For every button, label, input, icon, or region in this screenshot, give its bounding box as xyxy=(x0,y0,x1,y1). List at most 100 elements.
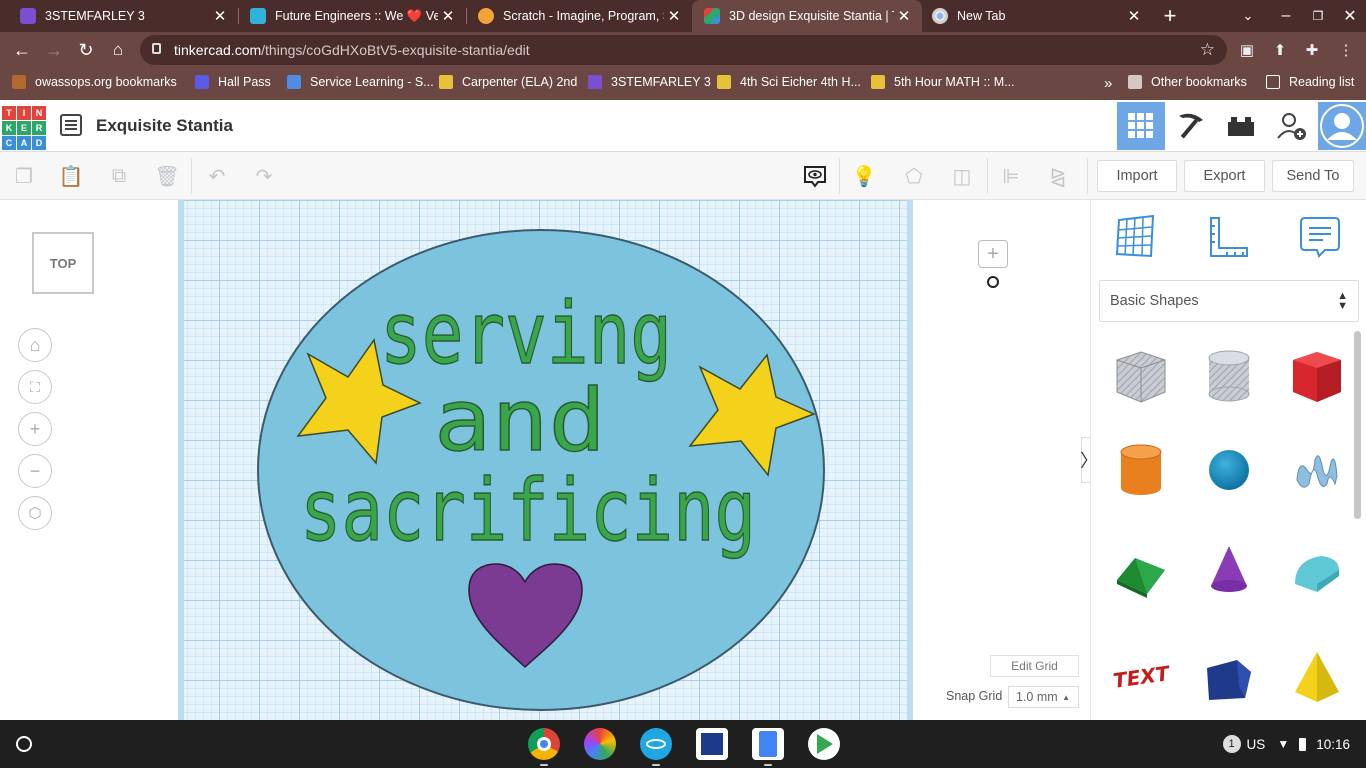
send-to-button[interactable]: Send To xyxy=(1272,160,1354,192)
launcher-icon[interactable] xyxy=(16,736,32,752)
pyramid-shape[interactable] xyxy=(1287,646,1347,706)
extension-upload-icon[interactable]: ⬆ xyxy=(1270,40,1290,60)
bookmark-4th-sci[interactable]: 4th Sci Eicher 4th H... xyxy=(717,75,861,89)
export-button[interactable]: Export xyxy=(1184,160,1265,192)
workplane-area[interactable]: serving and sacrificing TOP ⌂ ⛶ + − ⬡ + … xyxy=(0,200,1098,720)
shape-library-select[interactable]: Basic Shapes ▲ ▼ xyxy=(1099,280,1359,322)
paste-icon[interactable]: 📋 xyxy=(59,164,84,188)
round-roof-shape[interactable] xyxy=(1287,540,1347,600)
undo-icon[interactable]: ↶ xyxy=(205,164,229,188)
3d-design-mode-button[interactable] xyxy=(1117,102,1165,150)
tab-3stemfarley[interactable]: 3STEMFARLEY 3 ✕ xyxy=(0,0,238,32)
design-badge[interactable]: serving and sacrificing xyxy=(178,200,913,720)
bookmarks-overflow-button[interactable]: » xyxy=(1104,75,1112,92)
snap-grid-select[interactable]: 1.0 mm ▲ xyxy=(1008,686,1079,708)
bricks-mode-button[interactable] xyxy=(1217,102,1265,150)
ruler-icon[interactable] xyxy=(1205,214,1251,260)
bookmark-carpenter[interactable]: Carpenter (ELA) 2nd xyxy=(439,75,577,89)
notification-badge[interactable]: 1 xyxy=(1222,735,1241,753)
text-shape[interactable]: TEXT xyxy=(1111,646,1171,706)
fit-view-icon[interactable]: ⛶ xyxy=(18,370,52,404)
other-bookmarks[interactable]: Other bookmarks xyxy=(1128,75,1247,89)
duplicate-icon[interactable]: ⧉ xyxy=(107,164,131,188)
perspective-icon[interactable]: ⬡ xyxy=(18,496,52,530)
home-icon[interactable]: ⌂ xyxy=(106,38,130,62)
cylinder-hole-shape[interactable] xyxy=(1199,346,1259,406)
polygon-shape[interactable] xyxy=(1199,646,1259,706)
close-icon[interactable]: ✕ xyxy=(664,7,684,25)
tab-title: Future Engineers :: We ❤️ Vete xyxy=(275,8,438,23)
design-text-line1: serving xyxy=(380,284,672,384)
group-shape-icon[interactable]: ⬠ xyxy=(902,164,926,188)
import-button[interactable]: Import xyxy=(1097,160,1177,192)
design-title[interactable]: Exquisite Stantia xyxy=(96,116,233,136)
caret-up-icon: ▲ xyxy=(1062,692,1070,702)
bookmark-hall-pass[interactable]: Hall Pass xyxy=(195,75,271,89)
roof-shape[interactable] xyxy=(1111,540,1171,600)
chrome-menu-icon[interactable]: ⋮ xyxy=(1336,40,1356,60)
bookmark-3stemfarley[interactable]: 3STEMFARLEY 3 xyxy=(588,75,711,89)
delete-icon[interactable]: 🗑 xyxy=(154,164,179,188)
redo-icon[interactable]: ↷ xyxy=(252,164,276,188)
scribble-shape[interactable] xyxy=(1287,440,1347,500)
brick-icon xyxy=(1228,117,1254,136)
people-app-icon[interactable] xyxy=(584,728,616,760)
bookmark-5th-math[interactable]: 5th Hour MATH :: M... xyxy=(871,75,1015,89)
close-icon[interactable]: ✕ xyxy=(210,7,230,25)
panel-scrollbar[interactable] xyxy=(1354,331,1361,519)
tab-tinkercad[interactable]: 3D design Exquisite Stantia | T ✕ xyxy=(692,0,922,32)
back-icon[interactable]: ← xyxy=(10,38,34,62)
docs-app-icon[interactable] xyxy=(752,728,784,760)
tinkercad-logo[interactable]: T I N K E R C A D xyxy=(2,106,46,150)
align-icon[interactable]: ⊫ xyxy=(999,164,1023,188)
design-list-icon[interactable] xyxy=(60,114,82,136)
reading-list[interactable]: Reading list xyxy=(1266,75,1354,89)
forward-icon[interactable]: → xyxy=(42,38,66,62)
clever-app-icon[interactable] xyxy=(696,728,728,760)
show-notes-icon[interactable] xyxy=(803,164,827,188)
new-tab-button[interactable]: + xyxy=(1158,0,1182,32)
bookmark-star-icon[interactable]: ☆ xyxy=(1200,40,1215,60)
play-store-app-icon[interactable] xyxy=(808,728,840,760)
close-icon[interactable]: ✕ xyxy=(438,7,458,25)
restore-icon[interactable]: ❐ xyxy=(1306,0,1330,32)
box-hole-shape[interactable] xyxy=(1111,346,1171,406)
mirror-icon[interactable]: ⧎ xyxy=(1046,164,1070,188)
minimize-icon[interactable]: – xyxy=(1274,0,1298,32)
chrome-app-icon[interactable] xyxy=(528,728,560,760)
zoom-out-icon[interactable]: − xyxy=(18,454,52,488)
add-user-button[interactable] xyxy=(1268,102,1316,150)
address-bar[interactable]: tinkercad.com/things/coGdHXoBtV5-exquisi… xyxy=(140,35,1227,65)
bookmark-service-learning[interactable]: Service Learning - S... xyxy=(287,75,434,89)
tab-search-icon[interactable]: ⌄ xyxy=(1236,0,1260,32)
cursor-icon xyxy=(987,276,999,288)
tab-new-tab[interactable]: New Tab ✕ xyxy=(922,0,1152,32)
tab-future-engineers[interactable]: Future Engineers :: We ❤️ Vete ✕ xyxy=(230,0,466,32)
close-icon[interactable]: ✕ xyxy=(894,7,914,25)
home-view-icon[interactable]: ⌂ xyxy=(18,328,52,362)
extension-icon[interactable]: ▣ xyxy=(1237,40,1257,60)
add-note-button[interactable]: + xyxy=(978,240,1008,268)
close-icon[interactable]: ✕ xyxy=(1124,7,1144,25)
zoom-in-icon[interactable]: + xyxy=(18,412,52,446)
light-bulb-icon[interactable]: 💡 xyxy=(852,164,877,188)
ungroup-icon[interactable]: ◫ xyxy=(950,164,974,188)
tab-scratch[interactable]: Scratch - Imagine, Program, Sh ✕ xyxy=(458,0,692,32)
close-window-icon[interactable]: ✕ xyxy=(1338,0,1362,32)
edit-grid-button[interactable]: Edit Grid xyxy=(990,655,1079,677)
extensions-puzzle-icon[interactable]: ✚ xyxy=(1302,40,1322,60)
status-area[interactable]: 1 US ▼ 10:16 xyxy=(1222,720,1366,768)
eye-app-icon[interactable] xyxy=(640,728,672,760)
view-cube[interactable]: TOP xyxy=(32,232,94,294)
bookmark-owassops[interactable]: owassops.org bookmarks xyxy=(12,75,177,89)
cone-shape[interactable] xyxy=(1199,540,1259,600)
reload-icon[interactable]: ↻ xyxy=(74,38,98,62)
box-shape[interactable] xyxy=(1287,346,1347,406)
cylinder-shape[interactable] xyxy=(1111,440,1171,500)
copy-icon[interactable]: ❐ xyxy=(12,164,36,188)
avatar[interactable] xyxy=(1318,102,1366,150)
notes-tool-icon[interactable] xyxy=(1297,214,1343,260)
workplane-tool-icon[interactable] xyxy=(1113,214,1159,260)
blocks-mode-button[interactable] xyxy=(1167,102,1215,150)
sphere-shape[interactable] xyxy=(1199,440,1259,500)
